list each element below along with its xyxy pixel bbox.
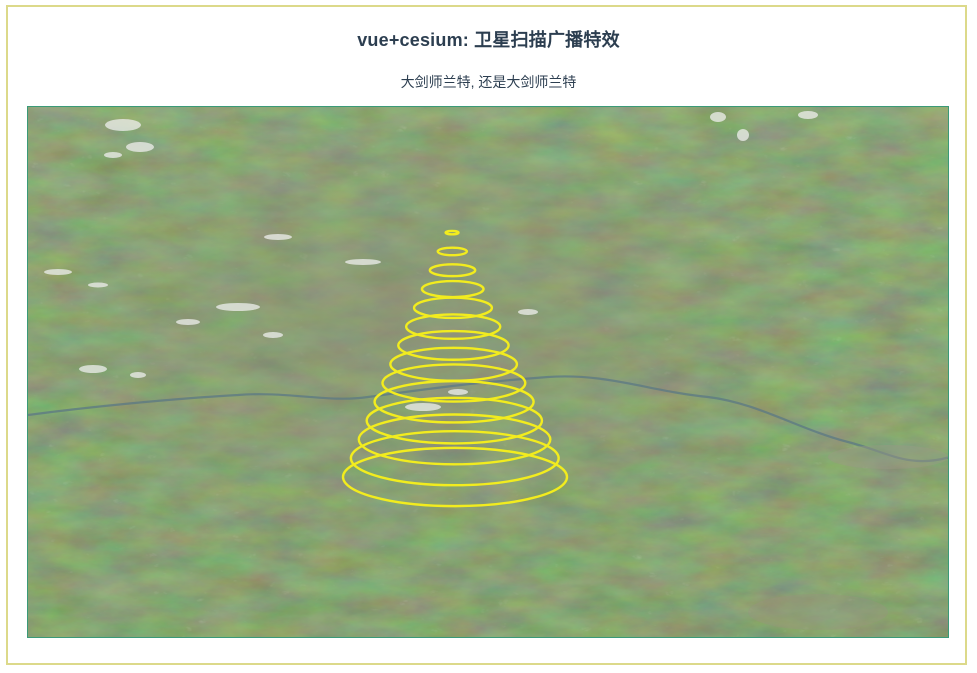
satellite-imagery (28, 107, 948, 637)
page-title: vue+cesium: 卫星扫描广播特效 (357, 30, 620, 50)
cesium-map-viewport[interactable] (27, 106, 949, 638)
page-subtitle: 大剑师兰特, 还是大剑师兰特 (400, 74, 577, 90)
